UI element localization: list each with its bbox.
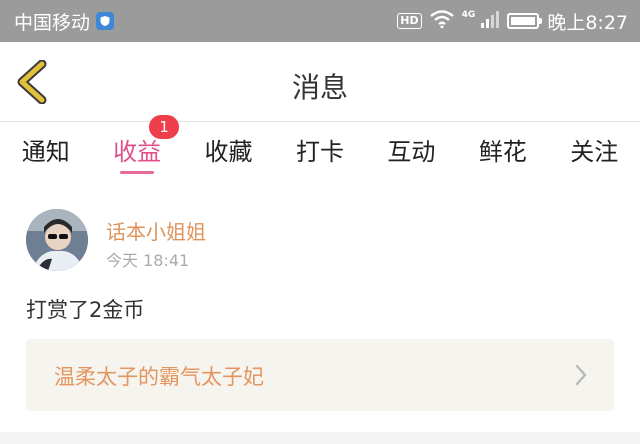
tab-earnings[interactable]: 收益 1 — [91, 115, 182, 182]
shield-icon — [96, 12, 115, 30]
unread-count-badge: 1 — [149, 115, 180, 139]
hd-voice-icon: HD — [397, 13, 422, 29]
tab-label: 鲜花 — [478, 138, 527, 166]
tab-favorites[interactable]: 收藏 — [183, 122, 274, 182]
page-title: 消息 — [291, 71, 348, 104]
message-timestamp: 今天 18:41 — [106, 251, 190, 270]
carrier-name: 中国移动 — [14, 11, 91, 34]
status-time: 晚上8:27 — [547, 11, 628, 34]
network-type-label: 4G — [461, 9, 476, 20]
tab-label: 通知 — [21, 138, 70, 166]
cellular-signal-icon — [481, 10, 500, 28]
list-divider — [0, 432, 640, 444]
tab-label: 打卡 — [295, 138, 344, 166]
sender-name[interactable]: 话本小姐姐 — [106, 216, 206, 245]
active-tab-indicator — [120, 171, 155, 174]
tab-interactions[interactable]: 互动 — [366, 122, 457, 182]
status-bar: 中国移动 HD 4G 晚上8:27 — [0, 0, 640, 42]
tab-follows[interactable]: 关注 — [549, 122, 640, 182]
status-icons: HD 4G 晚上8:27 — [397, 8, 628, 35]
battery-icon — [507, 13, 543, 29]
wifi-icon — [429, 9, 454, 33]
signal-group: 4G — [462, 10, 500, 33]
tab-label: 互动 — [387, 138, 436, 166]
chevron-right-icon — [574, 364, 588, 390]
tab-label: 收益 — [113, 138, 162, 166]
tab-label: 关注 — [570, 138, 619, 166]
book-link-card[interactable]: 温柔太子的霸气太子妃 — [26, 339, 614, 411]
book-title: 温柔太子的霸气太子妃 — [54, 365, 264, 389]
tab-notifications[interactable]: 通知 — [0, 122, 91, 182]
carrier-group: 中国移动 — [14, 8, 115, 35]
message-tabs: 通知 收益 1 收藏 打卡 互动 鲜花 关注 — [0, 115, 640, 182]
navigation-bar: 消息 — [0, 42, 640, 122]
tab-checkin[interactable]: 打卡 — [274, 122, 365, 182]
avatar[interactable] — [26, 209, 88, 271]
message-content: 打赏了2金币 — [26, 298, 145, 322]
tab-label: 收藏 — [204, 138, 253, 166]
tab-flowers[interactable]: 鲜花 — [457, 122, 548, 182]
